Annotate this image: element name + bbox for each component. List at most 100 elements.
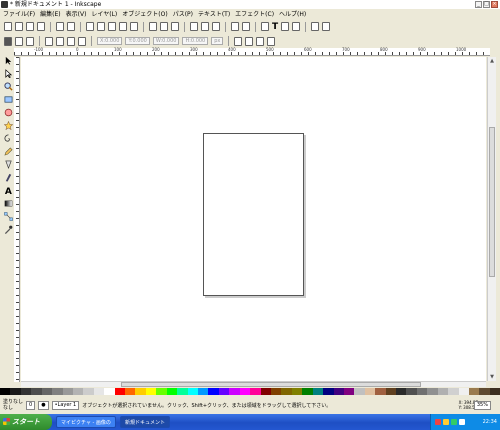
palette-swatch[interactable]	[52, 388, 63, 395]
tray-icon[interactable]	[435, 419, 441, 425]
palette-swatch[interactable]	[177, 388, 188, 395]
palette-swatch[interactable]	[260, 388, 271, 395]
gradient-tool-icon[interactable]	[4, 199, 13, 208]
node-tool-icon[interactable]	[4, 69, 13, 78]
minimize-button[interactable]: _	[475, 1, 482, 8]
horizontal-ruler[interactable]: -100 0 100 200 300 400 500 600 700 800 9…	[14, 47, 490, 56]
palette-swatch[interactable]	[114, 388, 126, 395]
pencil-tool-icon[interactable]	[3, 147, 13, 156]
ungroup-icon[interactable]	[242, 22, 250, 31]
import-icon[interactable]	[56, 22, 64, 31]
preferences-icon[interactable]	[311, 22, 320, 31]
transform-gradients-icon[interactable]	[256, 36, 265, 46]
width-field[interactable]: W:0.000	[152, 37, 180, 45]
calligraphy-tool-icon[interactable]	[4, 173, 13, 182]
align-distribute-icon[interactable]	[281, 22, 290, 31]
palette-swatch[interactable]	[218, 388, 230, 395]
new-document-icon[interactable]	[4, 22, 12, 31]
menu-path[interactable]: パス(P)	[173, 10, 193, 19]
unlink-clone-icon[interactable]	[212, 22, 220, 31]
rotate-ccw-icon[interactable]	[45, 36, 53, 46]
text-font-icon[interactable]: T	[272, 22, 278, 32]
palette-swatch[interactable]	[0, 388, 11, 395]
dropper-tool-icon[interactable]	[4, 225, 13, 234]
select-all-layers-icon[interactable]	[15, 36, 23, 46]
scroll-down-icon[interactable]: ▼	[489, 374, 495, 380]
menu-help[interactable]: ヘルプ(H)	[279, 10, 306, 19]
palette-swatch[interactable]	[489, 388, 500, 395]
menu-layer[interactable]: レイヤ(L)	[91, 10, 117, 19]
palette-swatch[interactable]	[281, 388, 292, 395]
palette-swatch[interactable]	[166, 388, 178, 395]
palette-swatch[interactable]	[312, 388, 324, 395]
palette-swatch[interactable]	[72, 388, 84, 395]
palette-swatch[interactable]	[208, 388, 219, 395]
close-button[interactable]: ×	[491, 1, 498, 8]
horizontal-scrollbar[interactable]	[21, 381, 486, 387]
zoom-selection-icon[interactable]	[149, 22, 157, 31]
duplicate-icon[interactable]	[190, 22, 198, 31]
rotate-cw-icon[interactable]	[56, 36, 64, 46]
palette-swatch[interactable]	[83, 388, 94, 395]
palette-swatch[interactable]	[10, 388, 21, 395]
palette-swatch[interactable]	[406, 388, 417, 395]
palette-swatch[interactable]	[145, 388, 157, 395]
palette-swatch[interactable]	[323, 388, 334, 395]
palette-swatch[interactable]	[354, 388, 365, 395]
zoom-page-icon[interactable]	[171, 22, 179, 31]
start-button[interactable]: スタート	[0, 414, 52, 430]
spiral-tool-icon[interactable]	[3, 134, 13, 143]
text-tool-icon[interactable]: A	[4, 186, 13, 195]
menu-file[interactable]: ファイル(F)	[3, 10, 35, 19]
menu-effects[interactable]: エフェクト(C)	[235, 10, 274, 19]
palette-swatch[interactable]	[416, 388, 428, 395]
tray-icon[interactable]	[459, 419, 465, 425]
cut-icon[interactable]	[119, 22, 127, 31]
palette-swatch[interactable]	[291, 388, 303, 395]
save-icon[interactable]	[26, 22, 34, 31]
pen-tool-icon[interactable]	[4, 160, 13, 169]
palette-swatch[interactable]	[468, 388, 480, 395]
vertical-scrollbar[interactable]: ▲ ▼	[487, 57, 496, 381]
xml-editor-icon[interactable]	[292, 22, 301, 31]
scroll-up-icon[interactable]: ▲	[489, 58, 495, 64]
fill-stroke-icon[interactable]	[261, 22, 269, 31]
print-icon[interactable]	[37, 22, 45, 31]
layer-visibility-icon[interactable]: ●	[38, 400, 49, 410]
palette-swatch[interactable]	[187, 388, 199, 395]
palette-swatch[interactable]	[427, 388, 438, 395]
ellipse-tool-icon[interactable]	[4, 108, 13, 117]
taskbar-item-pictures[interactable]: マイピクチャ - 画像の	[56, 416, 116, 428]
palette-swatch[interactable]	[198, 388, 209, 395]
fill-indicator[interactable]: 塗りなし なし	[3, 399, 23, 411]
palette-swatch[interactable]	[31, 388, 42, 395]
palette-swatch[interactable]	[270, 388, 282, 395]
palette-swatch[interactable]	[375, 388, 386, 395]
y-field[interactable]: Y:0.000	[125, 37, 150, 45]
palette-swatch[interactable]	[448, 388, 459, 395]
star-tool-icon[interactable]	[3, 121, 13, 130]
palette-swatch[interactable]	[302, 388, 313, 395]
palette-swatch[interactable]	[62, 388, 73, 395]
opacity-field[interactable]: 0	[26, 400, 36, 410]
palette-swatch[interactable]	[250, 388, 261, 395]
undo-icon[interactable]	[86, 22, 94, 31]
palette-swatch[interactable]	[41, 388, 53, 395]
palette-swatch[interactable]	[125, 388, 136, 395]
flip-vertical-icon[interactable]	[78, 36, 86, 46]
export-icon[interactable]	[67, 22, 75, 31]
selector-tool-icon[interactable]	[4, 56, 13, 65]
vertical-ruler[interactable]	[14, 57, 20, 382]
deselect-icon[interactable]	[26, 36, 34, 46]
transform-stroke-icon[interactable]	[234, 36, 243, 46]
redo-icon[interactable]	[97, 22, 105, 31]
unit-select[interactable]: px	[211, 37, 224, 45]
rectangle-tool-icon[interactable]	[4, 95, 13, 104]
palette-swatch[interactable]	[343, 388, 355, 395]
menu-view[interactable]: 表示(V)	[66, 10, 87, 19]
palette-swatch[interactable]	[333, 388, 344, 395]
zoom-drawing-icon[interactable]	[160, 22, 168, 31]
connector-tool-icon[interactable]	[3, 212, 13, 221]
transform-patterns-icon[interactable]	[267, 36, 276, 46]
height-field[interactable]: H:0.000	[182, 37, 209, 45]
